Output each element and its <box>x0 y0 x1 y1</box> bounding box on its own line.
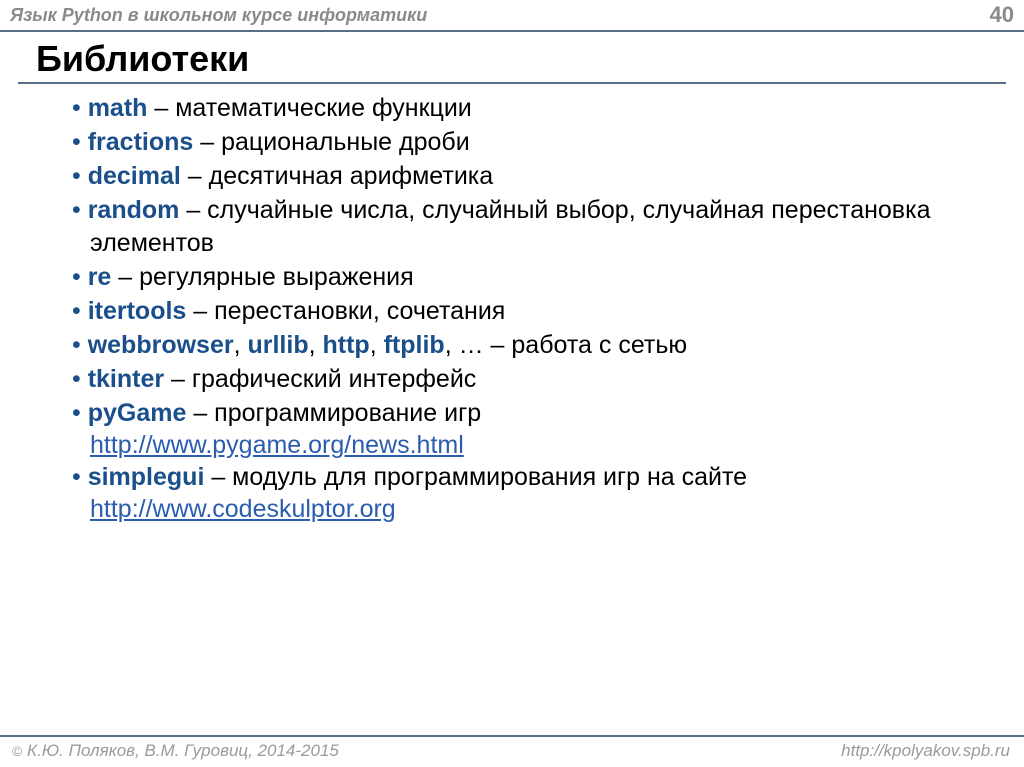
bullet-icon: • <box>72 196 88 224</box>
library-link[interactable]: http://www.pygame.org/news.html <box>90 431 464 460</box>
list-item: • re – регулярные выражения <box>58 261 994 294</box>
page-number: 40 <box>990 2 1014 28</box>
bullet-icon: • <box>72 365 88 393</box>
library-name: random <box>88 196 180 224</box>
library-name: simplegui <box>88 463 205 491</box>
library-description: – программирование игр <box>186 399 481 427</box>
copyright-text: К.Ю. Поляков, В.М. Гуровиц, 2014-2015 <box>22 741 339 760</box>
library-description: – перестановки, сочетания <box>186 297 505 325</box>
library-description: – регулярные выражения <box>111 263 413 291</box>
list-item: • random – случайные числа, случайный вы… <box>58 194 994 260</box>
list-item: • webbrowser, urllib, http, ftplib, … – … <box>58 329 994 362</box>
library-name: ftplib <box>384 331 445 359</box>
bullet-icon: • <box>72 94 88 122</box>
library-description: – графический интерфейс <box>164 365 476 393</box>
list-item: • math – математические функции <box>58 92 994 125</box>
list-item: • fractions – рациональные дроби <box>58 126 994 159</box>
footer-bar: © К.Ю. Поляков, В.М. Гуровиц, 2014-2015 … <box>0 735 1024 767</box>
library-description: – десятичная арифметика <box>181 162 493 190</box>
footer-url: http://kpolyakov.spb.ru <box>841 741 1010 761</box>
bullet-icon: • <box>72 331 88 359</box>
library-link[interactable]: http://www.codeskulptor.org <box>90 495 396 524</box>
list-item: • pyGame – программирование игр <box>58 397 994 430</box>
slide: Язык Python в школьном курсе информатики… <box>0 0 1024 767</box>
library-description: – математические функции <box>147 94 471 122</box>
list-item: • itertools – перестановки, сочетания <box>58 295 994 328</box>
list-item: • decimal – десятичная арифметика <box>58 160 994 193</box>
separator: , <box>309 331 323 359</box>
library-name: urllib <box>247 331 308 359</box>
bullet-icon: • <box>72 263 88 291</box>
header-title: Язык Python в школьном курсе информатики <box>10 5 427 26</box>
footer-copyright: © К.Ю. Поляков, В.М. Гуровиц, 2014-2015 <box>12 741 339 761</box>
library-name: re <box>88 263 112 291</box>
library-name: math <box>88 94 148 122</box>
bullet-icon: • <box>72 399 88 427</box>
list-item: • simplegui – модуль для программировани… <box>58 461 994 494</box>
trailing-text: , … <box>445 331 491 359</box>
bullet-icon: • <box>72 162 88 190</box>
library-name: itertools <box>88 297 187 325</box>
bullet-icon: • <box>72 297 88 325</box>
list-item: • tkinter – графический интерфейс <box>58 363 994 396</box>
library-name: tkinter <box>88 365 164 393</box>
title-underline <box>18 82 1006 84</box>
separator: , <box>234 331 248 359</box>
library-description: – случайные числа, случайный выбор, случ… <box>90 196 930 257</box>
copyright-symbol: © <box>12 743 22 759</box>
header-bar: Язык Python в школьном курсе информатики… <box>0 0 1024 32</box>
library-description: – модуль для программирования игр на сай… <box>204 463 747 491</box>
library-name: pyGame <box>88 399 187 427</box>
library-name: webbrowser <box>88 331 234 359</box>
content-area: • math – математические функции• fractio… <box>0 90 1024 735</box>
separator: , <box>370 331 384 359</box>
bullet-icon: • <box>72 463 88 491</box>
library-description: – работа с сетью <box>491 331 688 359</box>
slide-title: Библиотеки <box>36 38 1024 80</box>
bullet-icon: • <box>72 128 88 156</box>
library-name: decimal <box>88 162 181 190</box>
library-description: – рациональные дроби <box>193 128 469 156</box>
library-name: fractions <box>88 128 194 156</box>
library-name: http <box>323 331 370 359</box>
